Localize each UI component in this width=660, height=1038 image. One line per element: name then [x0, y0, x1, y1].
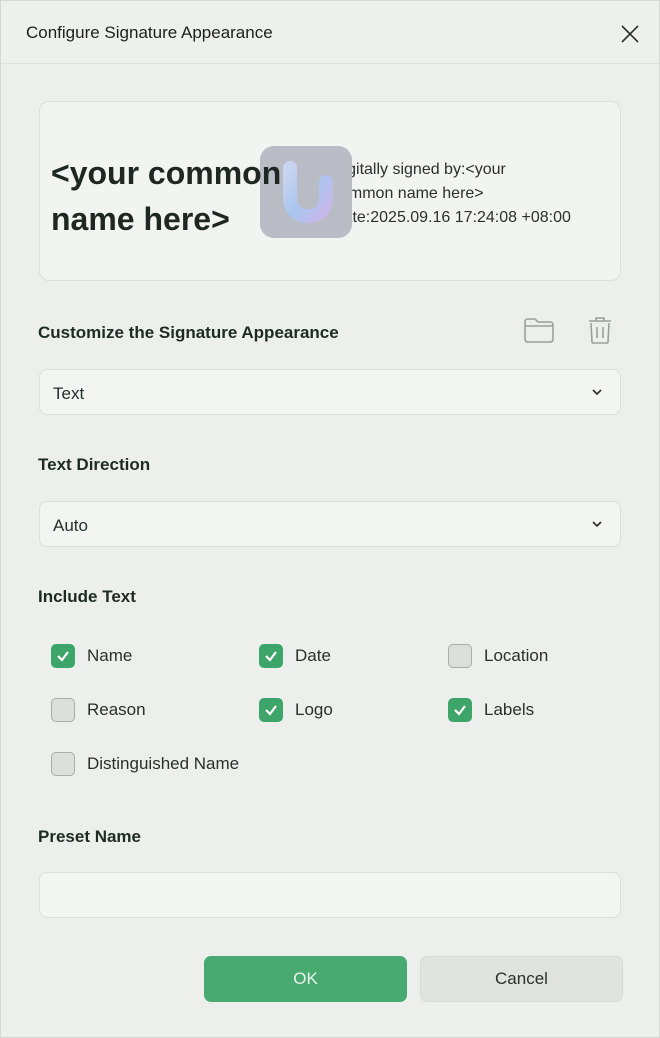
checkbox-label: Logo [295, 700, 333, 719]
checkbox-box[interactable] [259, 698, 283, 722]
checkbox-box[interactable] [448, 698, 472, 722]
checkbox-label: Name [87, 646, 133, 665]
checkbox-box[interactable] [448, 644, 472, 668]
checkbox-box[interactable] [259, 644, 283, 668]
title-bar: Configure Signature Appearance [1, 1, 659, 64]
delete-button[interactable] [583, 313, 617, 347]
appearance-label: Customize the Signature Appearance [38, 323, 339, 342]
checkbox-box[interactable] [51, 644, 75, 668]
checkbox-distinguished-name[interactable]: Distinguished Name [51, 750, 239, 778]
checkbox-box[interactable] [51, 698, 75, 722]
direction-label: Text Direction [38, 455, 151, 474]
preview-details-line: common name here> [332, 185, 484, 202]
chevron-down-icon [592, 389, 602, 396]
preview-details: Digitally signed by:<your common name he… [332, 158, 612, 230]
dialog-title: Configure Signature Appearance [26, 23, 273, 42]
include-text-label: Include Text [38, 587, 136, 606]
checkbox-labels[interactable]: Labels [448, 696, 534, 724]
direction-select-value: Auto [53, 516, 88, 535]
checkbox-label: Date [295, 646, 331, 665]
trash-icon [589, 317, 611, 344]
ok-button[interactable]: OK [204, 956, 407, 1002]
checkbox-location[interactable]: Location [448, 642, 548, 670]
checkbox-label: Distinguished Name [87, 754, 240, 773]
checkbox-box[interactable] [51, 752, 75, 776]
close-button[interactable] [613, 17, 647, 51]
chevron-down-icon [592, 521, 602, 528]
appearance-select[interactable]: Text [39, 369, 621, 415]
checkbox-reason[interactable]: Reason [51, 696, 146, 724]
checkbox-date[interactable]: Date [259, 642, 331, 670]
checkbox-label: Labels [484, 700, 535, 719]
checkbox-label: Location [484, 646, 549, 665]
cancel-button[interactable]: Cancel [420, 956, 623, 1002]
preview-details-line: Date:2025.09.16 17:24:08 +08:00 [332, 209, 571, 226]
checkbox-name[interactable]: Name [51, 642, 132, 670]
folder-icon [524, 318, 554, 343]
checkmark-icon [454, 705, 466, 716]
checkbox-logo[interactable]: Logo [259, 696, 333, 724]
appearance-select-value: Text [53, 384, 85, 403]
checkbox-label: Reason [87, 700, 146, 719]
direction-select[interactable]: Auto [39, 501, 621, 547]
checkmark-icon [57, 651, 69, 662]
checkmark-icon [265, 651, 277, 662]
preset-name-label: Preset Name [38, 827, 142, 846]
preview-details-line: Digitally signed by:<your [332, 161, 506, 178]
checkmark-icon [265, 705, 277, 716]
signature-preview: <your common name here> Digitally signed… [39, 101, 621, 281]
import-folder-button[interactable] [522, 313, 556, 347]
preset-name-input[interactable] [39, 872, 621, 918]
close-icon [621, 25, 639, 43]
preview-common-name: <your common name here> [51, 155, 282, 237]
signature-appearance-dialog: Configure Signature Appearance <your com… [0, 0, 660, 1038]
